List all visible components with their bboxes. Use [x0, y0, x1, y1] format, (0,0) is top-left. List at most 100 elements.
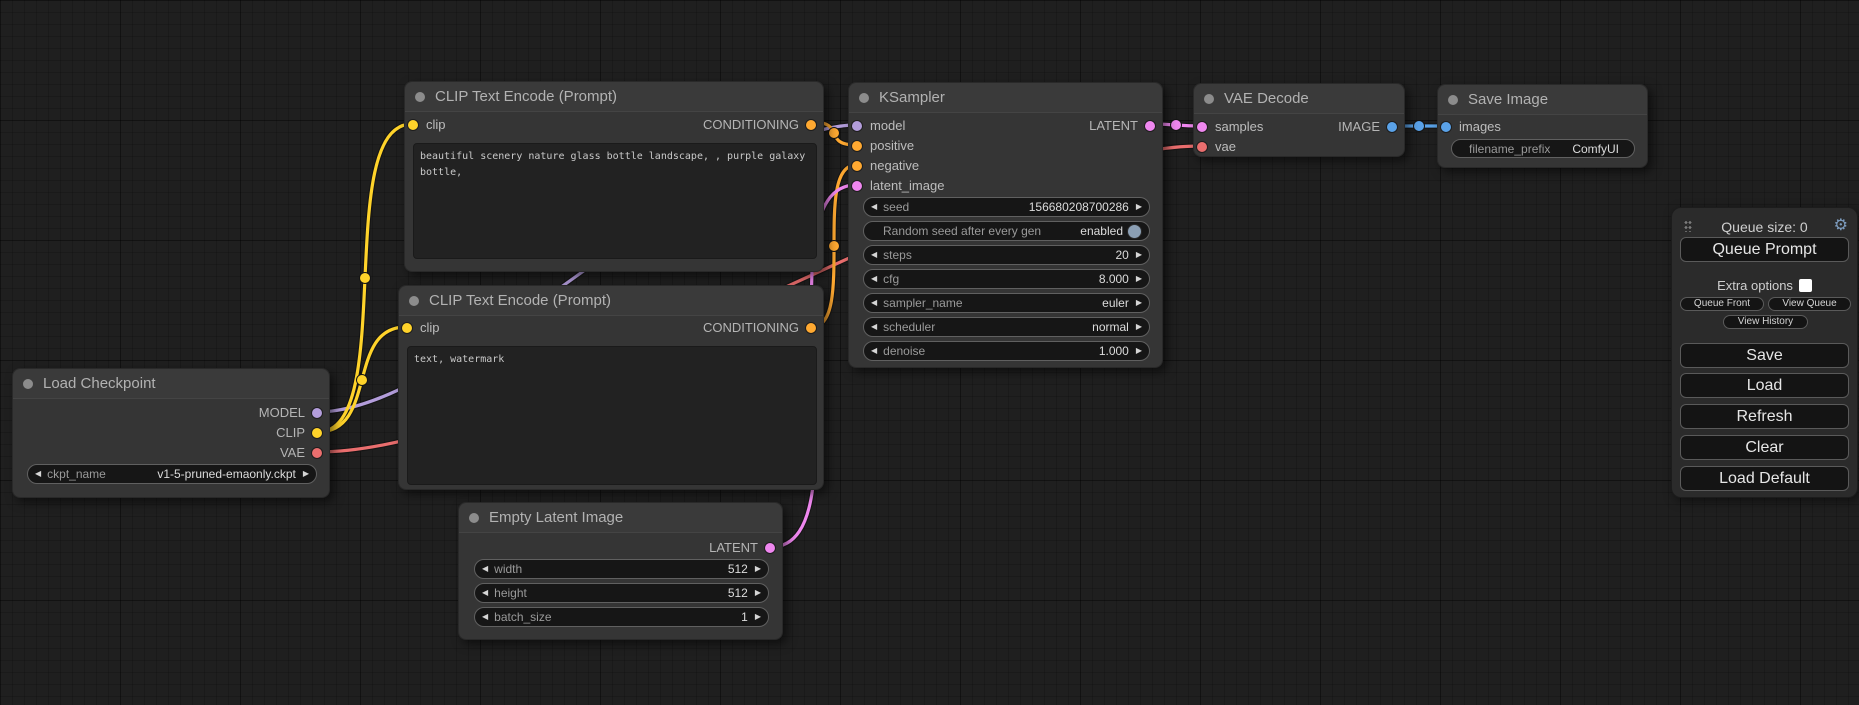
- increment-arrow-icon[interactable]: ▶: [755, 608, 761, 626]
- toggle-knob-icon[interactable]: [1127, 224, 1142, 239]
- collapse-dot[interactable]: [23, 379, 33, 389]
- collapse-dot[interactable]: [409, 296, 419, 306]
- queue-prompt-button[interactable]: Queue Prompt: [1680, 237, 1849, 262]
- view-queue-button[interactable]: View Queue: [1768, 297, 1851, 311]
- model-input-port[interactable]: [852, 121, 862, 131]
- negative-input-port[interactable]: [852, 161, 862, 171]
- save-button[interactable]: Save: [1680, 343, 1849, 368]
- increment-arrow-icon[interactable]: ▶: [1136, 342, 1142, 360]
- vae-input-port[interactable]: [1197, 142, 1207, 152]
- collapse-dot[interactable]: [1448, 95, 1458, 105]
- output-label: LATENT: [1089, 116, 1138, 136]
- node-title-bar[interactable]: Empty Latent Image: [459, 503, 782, 533]
- output-label: MODEL: [259, 403, 305, 423]
- conditioning-output-port[interactable]: [806, 120, 816, 130]
- conditioning-output-port[interactable]: [806, 323, 816, 333]
- clip-output-port[interactable]: [312, 428, 322, 438]
- collapse-dot[interactable]: [1204, 94, 1214, 104]
- queue-size-label: Queue size: 0: [1672, 219, 1857, 235]
- node-title: VAE Decode: [1224, 84, 1309, 113]
- decrement-arrow-icon[interactable]: ◀: [871, 294, 877, 312]
- height-widget[interactable]: ◀ height 512 ▶: [474, 583, 769, 603]
- output-label: VAE: [280, 443, 305, 463]
- images-input-port[interactable]: [1441, 122, 1451, 132]
- node-empty-latent-image[interactable]: Empty Latent Image LATENT ◀ width 512 ▶ …: [458, 502, 783, 640]
- decrement-arrow-icon[interactable]: ◀: [871, 342, 877, 360]
- clear-button[interactable]: Clear: [1680, 435, 1849, 460]
- node-ksampler[interactable]: KSampler model LATENT positive negative …: [848, 82, 1163, 368]
- extra-options-checkbox[interactable]: [1799, 279, 1812, 292]
- clip-input-port[interactable]: [408, 120, 418, 130]
- widget-value: euler: [1102, 296, 1129, 310]
- node-clip-text-encode-positive[interactable]: CLIP Text Encode (Prompt) clip CONDITION…: [404, 81, 824, 272]
- load-button[interactable]: Load: [1680, 373, 1849, 398]
- node-vae-decode[interactable]: VAE Decode samples IMAGE vae: [1193, 83, 1405, 157]
- prompt-textarea[interactable]: text, watermark: [407, 346, 817, 485]
- node-save-image[interactable]: Save Image images filename_prefix ComfyU…: [1437, 84, 1648, 168]
- batch-size-widget[interactable]: ◀ batch_size 1 ▶: [474, 607, 769, 627]
- decrement-arrow-icon[interactable]: ◀: [871, 270, 877, 288]
- node-clip-text-encode-negative[interactable]: CLIP Text Encode (Prompt) clip CONDITION…: [398, 285, 824, 490]
- decrement-arrow-icon[interactable]: ◀: [482, 560, 488, 578]
- random-seed-widget[interactable]: Random seed after every gen enabled: [863, 221, 1150, 241]
- clip-input-port[interactable]: [402, 323, 412, 333]
- latent-output-port[interactable]: [1145, 121, 1155, 131]
- refresh-button[interactable]: Refresh: [1680, 404, 1849, 429]
- latent-output-port[interactable]: [765, 543, 775, 553]
- increment-arrow-icon[interactable]: ▶: [755, 560, 761, 578]
- collapse-dot[interactable]: [469, 513, 479, 523]
- widget-label: scheduler: [883, 320, 935, 334]
- load-default-button[interactable]: Load Default: [1680, 466, 1849, 491]
- increment-arrow-icon[interactable]: ▶: [303, 465, 309, 483]
- node-title-bar[interactable]: KSampler: [849, 83, 1162, 113]
- widget-label: ckpt_name: [47, 467, 106, 481]
- graph-canvas[interactable]: Load Checkpoint MODEL CLIP VAE ◀ ckpt_na…: [0, 0, 1859, 705]
- increment-arrow-icon[interactable]: ▶: [1136, 294, 1142, 312]
- node-title-bar[interactable]: Load Checkpoint: [13, 369, 329, 399]
- widget-label: denoise: [883, 344, 925, 358]
- positive-input-port[interactable]: [852, 141, 862, 151]
- decrement-arrow-icon[interactable]: ◀: [871, 198, 877, 216]
- collapse-dot[interactable]: [859, 93, 869, 103]
- latent-image-input-port[interactable]: [852, 181, 862, 191]
- node-title-bar[interactable]: CLIP Text Encode (Prompt): [399, 286, 823, 316]
- increment-arrow-icon[interactable]: ▶: [1136, 198, 1142, 216]
- decrement-arrow-icon[interactable]: ◀: [871, 318, 877, 336]
- prompt-textarea[interactable]: beautiful scenery nature glass bottle la…: [413, 143, 817, 259]
- decrement-arrow-icon[interactable]: ◀: [35, 465, 41, 483]
- decrement-arrow-icon[interactable]: ◀: [482, 608, 488, 626]
- vae-output-port[interactable]: [312, 448, 322, 458]
- model-output-port[interactable]: [312, 408, 322, 418]
- ckpt-name-widget[interactable]: ◀ ckpt_name v1-5-pruned-emaonly.ckpt ▶: [27, 464, 317, 484]
- increment-arrow-icon[interactable]: ▶: [1136, 318, 1142, 336]
- increment-arrow-icon[interactable]: ▶: [755, 584, 761, 602]
- node-title: CLIP Text Encode (Prompt): [435, 82, 617, 111]
- cfg-widget[interactable]: ◀ cfg 8.000 ▶: [863, 269, 1150, 289]
- decrement-arrow-icon[interactable]: ◀: [871, 246, 877, 264]
- sampler-name-widget[interactable]: ◀ sampler_name euler ▶: [863, 293, 1150, 313]
- input-label: model: [870, 116, 905, 136]
- samples-input-port[interactable]: [1197, 122, 1207, 132]
- denoise-widget[interactable]: ◀ denoise 1.000 ▶: [863, 341, 1150, 361]
- node-title-bar[interactable]: CLIP Text Encode (Prompt): [405, 82, 823, 112]
- view-history-button[interactable]: View History: [1723, 315, 1808, 329]
- node-load-checkpoint[interactable]: Load Checkpoint MODEL CLIP VAE ◀ ckpt_na…: [12, 368, 330, 498]
- increment-arrow-icon[interactable]: ▶: [1136, 270, 1142, 288]
- scheduler-widget[interactable]: ◀ scheduler normal ▶: [863, 317, 1150, 337]
- image-output-port[interactable]: [1387, 122, 1397, 132]
- node-title-bar[interactable]: VAE Decode: [1194, 84, 1404, 114]
- width-widget[interactable]: ◀ width 512 ▶: [474, 559, 769, 579]
- output-label: IMAGE: [1338, 117, 1380, 137]
- filename-prefix-widget[interactable]: filename_prefix ComfyUI: [1451, 139, 1635, 158]
- queue-front-button[interactable]: Queue Front: [1680, 297, 1764, 311]
- gear-icon[interactable]: ⚙: [1834, 215, 1848, 235]
- seed-widget[interactable]: ◀ seed 156680208700286 ▶: [863, 197, 1150, 217]
- node-title: Save Image: [1468, 85, 1548, 114]
- input-label: vae: [1215, 137, 1236, 157]
- input-label: clip: [426, 115, 446, 135]
- steps-widget[interactable]: ◀ steps 20 ▶: [863, 245, 1150, 265]
- node-title-bar[interactable]: Save Image: [1438, 85, 1647, 115]
- collapse-dot[interactable]: [415, 92, 425, 102]
- decrement-arrow-icon[interactable]: ◀: [482, 584, 488, 602]
- increment-arrow-icon[interactable]: ▶: [1136, 246, 1142, 264]
